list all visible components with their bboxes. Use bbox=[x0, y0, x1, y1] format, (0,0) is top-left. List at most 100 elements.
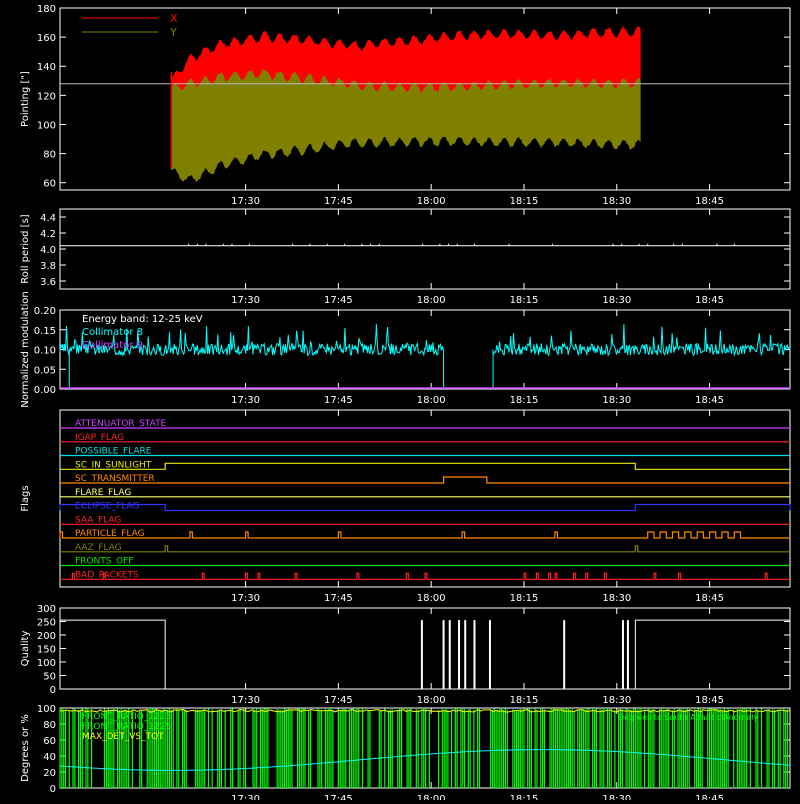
roll-panel-ytick-label: 4.0 bbox=[40, 245, 56, 256]
flags-panel-xtick-label: 18:15 bbox=[510, 593, 539, 604]
pointing-panel-xtick-label: 18:30 bbox=[602, 196, 631, 207]
modulation-panel-xtick-label: 17:30 bbox=[231, 395, 260, 406]
flag-trace-sc_transmitter bbox=[60, 476, 790, 484]
angles-panel-xtick-label: 18:45 bbox=[695, 794, 724, 800]
flag-label-igap_flag: IGAP_FLAG bbox=[75, 433, 124, 443]
pointing-panel-xtick-label: 18:15 bbox=[510, 196, 539, 207]
pointing-panel-ytick-label: 100 bbox=[37, 120, 56, 131]
pointing-panel-xtick-label: 18:45 bbox=[695, 196, 724, 207]
pointing-panel-ytick-label: 180 bbox=[37, 4, 56, 15]
quality-panel-xtick-label: 18:15 bbox=[510, 695, 539, 706]
roll-panel-ytick-label: 3.6 bbox=[40, 277, 56, 288]
roll-panel-xtick-label: 17:45 bbox=[324, 295, 353, 306]
quality-panel-ytick-label: 300 bbox=[37, 604, 56, 615]
quality-panel-ytick-label: 100 bbox=[37, 658, 56, 669]
flags-panel-ylabel: Flags bbox=[20, 485, 31, 511]
roll-panel-frame bbox=[59, 208, 791, 290]
modulation-panel-xtick-label: 17:45 bbox=[324, 395, 353, 406]
modulation-panel-ytick-label: 0.20 bbox=[34, 306, 56, 317]
quality-panel-xtick-label: 18:30 bbox=[602, 695, 631, 706]
quality-panel-xtick-label: 17:45 bbox=[324, 695, 353, 706]
pointing-panel-xtick-label: 17:45 bbox=[324, 196, 353, 207]
flag-label-possible_flare: POSSIBLE_FLARE bbox=[75, 447, 152, 457]
pointing-panel-ytick-label: 120 bbox=[37, 91, 56, 102]
angles-legend-label: FRONT_RATIO_1225 bbox=[82, 722, 171, 732]
pointing-panel-ytick-label: 80 bbox=[43, 150, 56, 161]
quality-panel-ylabel: Quality bbox=[20, 631, 31, 667]
angles-panel-xtick-label: 18:00 bbox=[417, 794, 446, 800]
angles-panel-ytick-label: 40 bbox=[43, 752, 56, 763]
flag-label-bad_packets: BAD_PACKETS bbox=[75, 570, 139, 580]
modulation-panel-xtick-label: 18:45 bbox=[695, 395, 724, 406]
roll-panel-xtick-label: 18:30 bbox=[602, 295, 631, 306]
pointing-panel-ylabel: Pointing ["] bbox=[20, 71, 31, 127]
flag-trace-aaz_flag bbox=[60, 545, 790, 553]
flags-panel-xtick-label: 17:30 bbox=[231, 593, 260, 604]
quality-trace bbox=[60, 619, 790, 690]
angles-panel-xtick-label: 17:45 bbox=[324, 794, 353, 800]
angles-panel-ytick-label: 100 bbox=[37, 704, 56, 715]
angles-panel-ytick-label: 20 bbox=[43, 768, 56, 779]
roll-panel-ytick-label: 4.4 bbox=[40, 213, 56, 224]
quality-panel-xtick-label: 17:30 bbox=[231, 695, 260, 706]
angles-legend-label: FRONT_RATIO_1223 bbox=[82, 712, 171, 722]
quality-panel-ytick-label: 0 bbox=[50, 685, 56, 696]
angles-panel-xtick-label: 18:15 bbox=[510, 794, 539, 800]
modulation-panel-ytick-label: 0.00 bbox=[34, 385, 56, 396]
angles-legend-label: MAX_DET_VS_TOT bbox=[82, 732, 164, 742]
quality-panel-ytick-label: 200 bbox=[37, 631, 56, 642]
flag-label-attenuator_state: ATTENUATOR_STATE bbox=[75, 419, 167, 429]
pointing-panel-xtick-label: 18:00 bbox=[417, 196, 446, 207]
flag-trace-bad_packets bbox=[60, 572, 790, 580]
flag-label-saa_flag: SAA_FLAG bbox=[75, 515, 121, 525]
quality-panel-ytick-label: 150 bbox=[37, 645, 56, 656]
flags-panel-xtick-label: 18:00 bbox=[417, 593, 446, 604]
flag-label-sc_in_sunlight: SC_IN_SUNLIGHT bbox=[75, 460, 152, 470]
modulation-annotation: Energy band: 12-25 keV bbox=[82, 314, 203, 325]
roll-panel-ylabel: Roll period [s] bbox=[20, 214, 31, 283]
roll-panel-ytick-label: 3.8 bbox=[40, 261, 56, 272]
modulation-panel-xtick-label: 18:00 bbox=[417, 395, 446, 406]
flag-trace-particle_flag bbox=[59, 531, 790, 539]
modulation-annotation: Collimator 9 bbox=[82, 340, 143, 351]
modulation-panel-ylabel: Normalized modulation bbox=[20, 291, 31, 408]
angles-annotation: Degrees to South Atlantic Anomaly bbox=[618, 713, 759, 722]
modulation-panel-xtick-label: 18:15 bbox=[510, 395, 539, 406]
pointing-panel-ytick-label: 140 bbox=[37, 62, 56, 73]
quality-panel-xtick-label: 18:45 bbox=[695, 695, 724, 706]
pointing-panel-xtick-label: 17:30 bbox=[231, 196, 260, 207]
roll-panel-xtick-label: 18:00 bbox=[417, 295, 446, 306]
flag-label-flare_flag: FLARE_FLAG bbox=[75, 488, 131, 498]
roll-panel-ytick-label: 4.2 bbox=[40, 229, 56, 240]
legend-X-label: X bbox=[170, 12, 178, 25]
flag-label-fronts_off: FRONTS_OFF bbox=[75, 557, 133, 567]
flag-label-aaz_flag: AAZ_FLAG bbox=[75, 543, 122, 553]
pointing-panel-ytick-label: 160 bbox=[37, 33, 56, 44]
angles-panel-xtick-label: 17:30 bbox=[231, 794, 260, 800]
modulation-annotation: Collimator 8 bbox=[82, 327, 143, 338]
modulation-panel-ytick-label: 0.15 bbox=[34, 326, 56, 337]
modulation-panel-ytick-label: 0.05 bbox=[34, 365, 56, 376]
legend-Y-label: Y bbox=[169, 26, 177, 39]
flags-panel-xtick-label: 17:45 bbox=[324, 593, 353, 604]
flags-panel-xtick-label: 18:30 bbox=[602, 593, 631, 604]
flag-label-eclipse_flag: ECLIPSE_FLAG bbox=[75, 502, 139, 512]
angles-panel-ytick-label: 0 bbox=[50, 784, 56, 795]
modulation-panel-xtick-label: 18:30 bbox=[602, 395, 631, 406]
flag-trace-eclipse_flag bbox=[59, 503, 791, 512]
angles-panel-xtick-label: 18:30 bbox=[602, 794, 631, 800]
modulation-panel-ytick-label: 0.10 bbox=[34, 346, 56, 357]
angles-panel-ytick-label: 80 bbox=[43, 720, 56, 731]
angles-panel-ytick-label: 60 bbox=[43, 736, 56, 747]
angles-panel-ylabel: Degrees or % bbox=[20, 714, 31, 782]
flags-panel-frame bbox=[59, 409, 791, 588]
pointing-panel-ytick-label: 60 bbox=[43, 179, 56, 190]
flag-trace-sc_in_sunlight bbox=[60, 462, 790, 470]
quality-panel-ytick-label: 250 bbox=[37, 618, 56, 629]
rhessi-summary-figure: 60 80 100 120 140 160 180 17:30 17:45 18:00 18:15 1… bbox=[0, 0, 800, 804]
flag-label-sc_transmitter: SC_TRANSMITTER bbox=[75, 474, 155, 484]
plot-canvas: 60 80 100 120 140 160 180 17:30 17:45 18:00 18:15 1… bbox=[20, 4, 791, 804]
roll-panel-xtick-label: 18:45 bbox=[695, 295, 724, 306]
quality-panel-xtick-label: 18:00 bbox=[417, 695, 446, 706]
roll-panel-xtick-label: 17:30 bbox=[231, 295, 260, 306]
